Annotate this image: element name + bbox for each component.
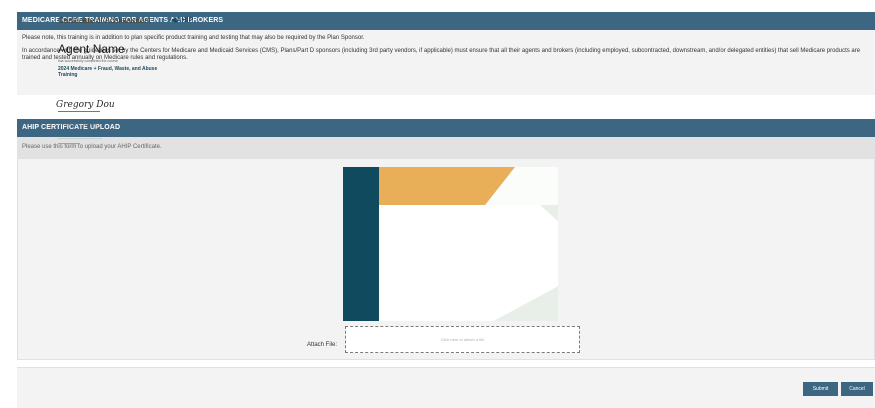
certificate-ref-line-short [58, 143, 80, 144]
certificate-stripe [343, 167, 379, 321]
cancel-button[interactable]: Cancel [841, 382, 873, 396]
certificate-card [379, 205, 558, 321]
certificate-tagline: Learn. Achieve. Succeed. [58, 122, 98, 126]
certificate-completed-text: has successfully completed the course [58, 59, 118, 63]
certificate-heading: Certificate of Achievement [58, 16, 151, 25]
certificate-agent-name: Agent Name [58, 42, 125, 56]
certificate-preview [343, 167, 558, 321]
training-note: Please note, this training is in additio… [22, 35, 365, 41]
certificate-signature: Gregory Dou [56, 100, 115, 110]
submit-button[interactable]: Submit [803, 382, 838, 396]
ahip-upload-header: AHIP CERTIFICATE UPLOAD [17, 119, 875, 137]
ahip-logo-text: AHIP [176, 17, 194, 24]
signature-line [58, 111, 100, 112]
certificate-course-name: 2024 Medicare + Fraud, Waste, and Abuse … [58, 66, 158, 78]
attach-file-label: Attach File: [307, 342, 338, 348]
form-footer [17, 367, 875, 408]
certificate-ref-line [58, 138, 102, 139]
ahip-logo: ◀AHIP [171, 17, 194, 24]
cms-guideline-text: In accordance with the guidelines set by… [22, 48, 861, 61]
core-training-panel: Please note, this training is in additio… [17, 30, 875, 95]
file-upload-dropzone[interactable]: Click here to attach a file [345, 326, 580, 353]
upload-instructions: Please use this form to upload your AHIP… [17, 137, 875, 158]
